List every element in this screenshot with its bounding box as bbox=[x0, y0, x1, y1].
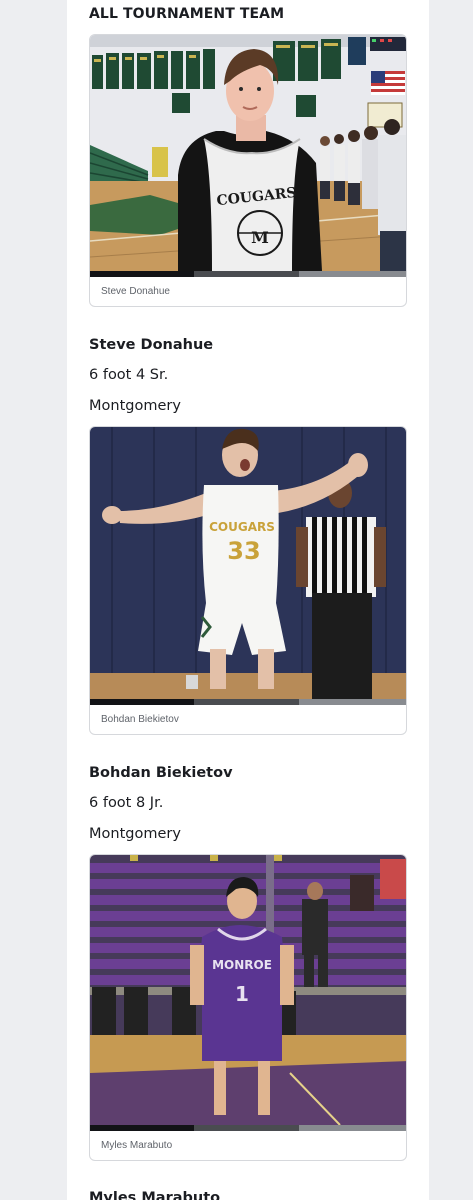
video-card[interactable]: COUGARS 33 Bohdan Biekietov bbox=[89, 426, 407, 735]
video-progress-played bbox=[90, 271, 195, 277]
player-height-year: 6 foot 8 Jr. bbox=[89, 795, 164, 811]
player-photo[interactable]: COUGARS 33 bbox=[90, 427, 406, 699]
player-height-year: 6 foot 4 Sr. bbox=[89, 367, 169, 383]
video-card[interactable]: MONROE 1 Myles Marabuto bbox=[89, 854, 407, 1161]
video-card[interactable]: COUGARS M Steve Donahue bbox=[89, 34, 407, 307]
photo-caption: Myles Marabuto bbox=[101, 1140, 173, 1151]
player-school: Montgomery bbox=[89, 398, 181, 414]
video-progress-buffered bbox=[194, 699, 299, 705]
jersey-lettering: MONROE bbox=[212, 958, 272, 972]
article-column: ALL TOURNAMENT TEAM COUGARS M Steve Dona… bbox=[67, 0, 429, 1200]
player-name: Steve Donahue bbox=[89, 337, 214, 353]
photo-caption: Bohdan Biekietov bbox=[101, 714, 179, 725]
jersey-lettering: COUGARS bbox=[209, 520, 275, 534]
player-photo[interactable]: COUGARS M bbox=[90, 35, 406, 271]
gym-scene-image: COUGARS M bbox=[90, 35, 406, 271]
video-progress-played bbox=[90, 1125, 195, 1131]
video-progress-buffered bbox=[194, 1125, 299, 1131]
court-scene-image: COUGARS 33 bbox=[90, 427, 406, 699]
jersey-letter: M bbox=[251, 228, 269, 247]
player-photo[interactable]: MONROE 1 bbox=[90, 855, 406, 1125]
bleachers-scene-image: MONROE 1 bbox=[90, 855, 406, 1125]
video-progress-buffered bbox=[194, 271, 299, 277]
player-school: Montgomery bbox=[89, 826, 181, 842]
player-name: Myles Marabuto bbox=[89, 1190, 221, 1200]
player-name: Bohdan Biekietov bbox=[89, 765, 233, 781]
photo-caption: Steve Donahue bbox=[101, 286, 170, 297]
jersey-number: 1 bbox=[235, 982, 249, 1006]
section-heading: ALL TOURNAMENT TEAM bbox=[89, 6, 285, 22]
video-progress-played bbox=[90, 699, 195, 705]
jersey-number: 33 bbox=[227, 537, 260, 565]
